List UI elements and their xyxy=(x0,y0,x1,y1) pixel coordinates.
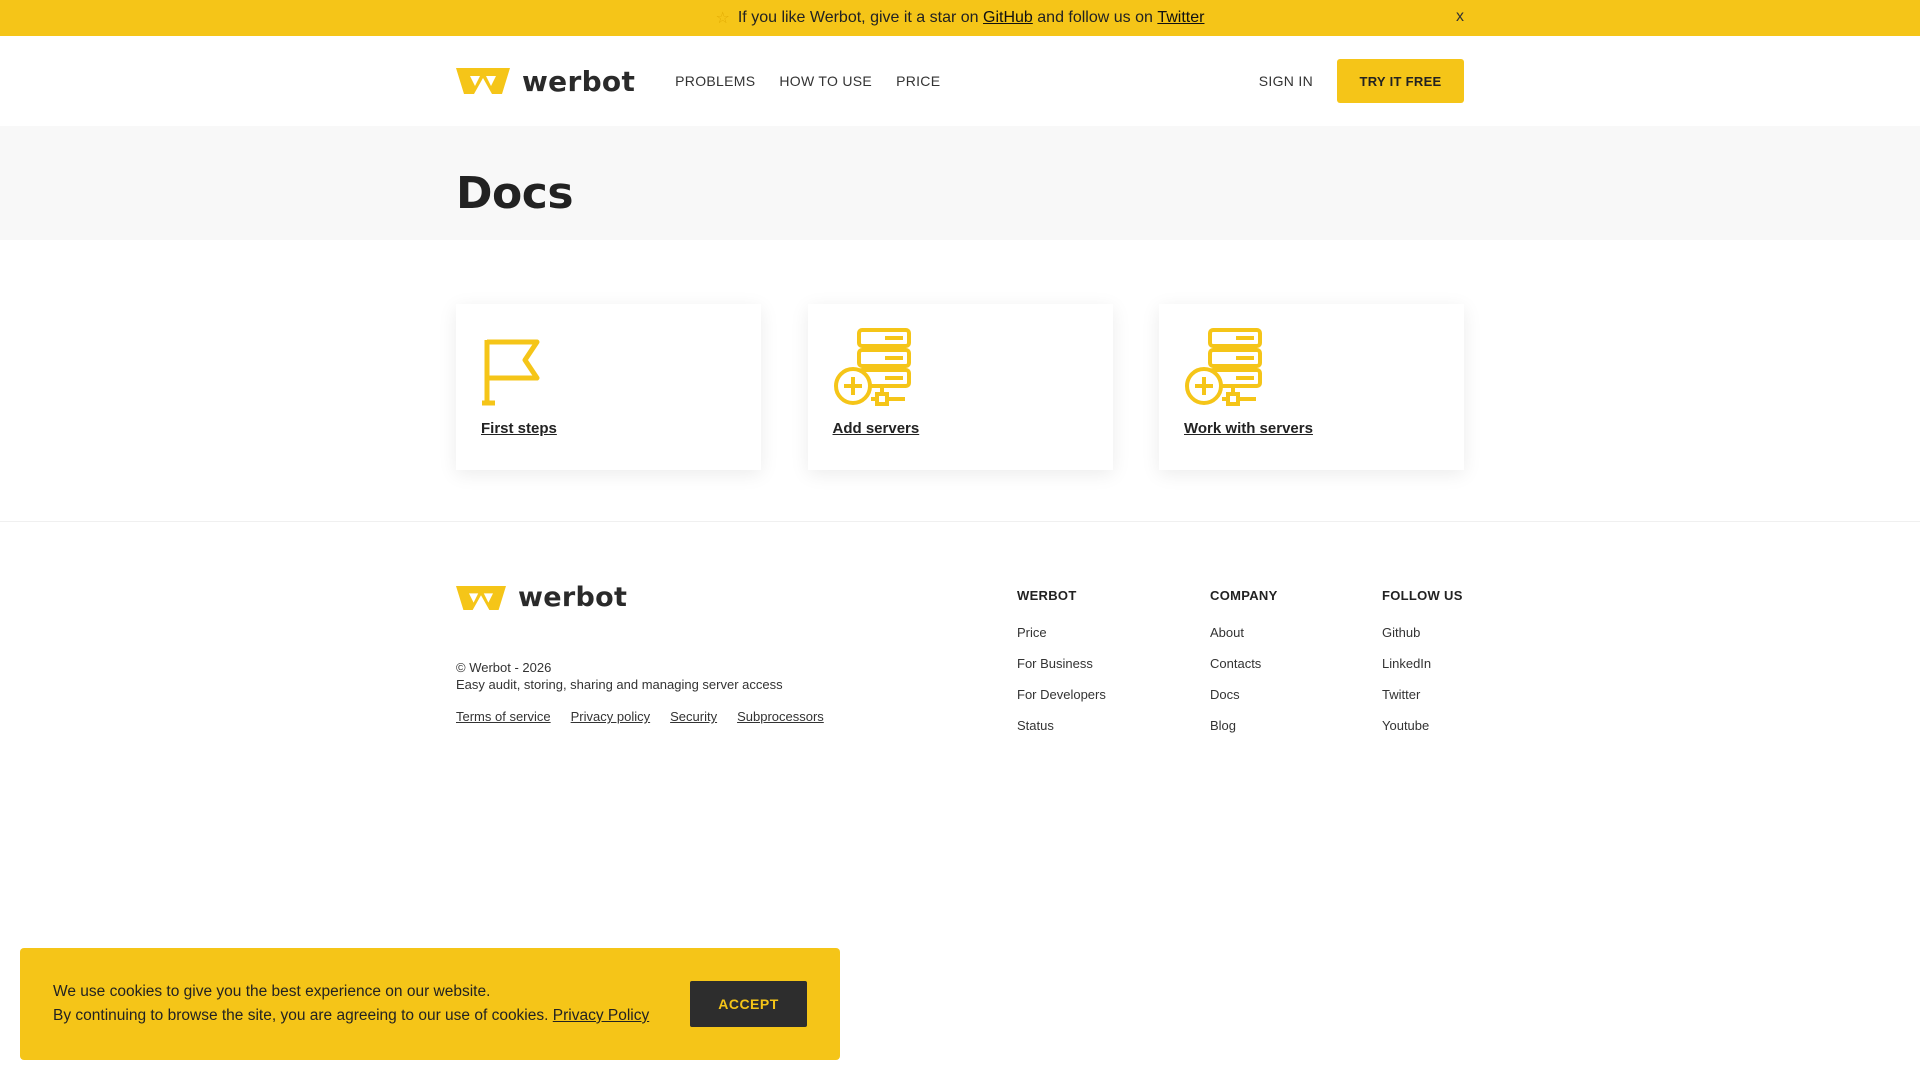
cookie-text: We use cookies to give you the best expe… xyxy=(53,980,649,1028)
try-it-free-button[interactable]: TRY IT FREE xyxy=(1337,59,1464,103)
footer-col-company: COMPANY About Contacts Docs Blog xyxy=(1210,582,1382,749)
accept-cookies-button[interactable]: ACCEPT xyxy=(690,981,807,1027)
github-link[interactable]: GitHub xyxy=(983,9,1033,27)
footer-link-twitter[interactable]: Twitter xyxy=(1382,687,1464,702)
header-actions: SIGN IN TRY IT FREE xyxy=(1259,59,1464,103)
security-link[interactable]: Security xyxy=(670,709,717,724)
subprocessors-link[interactable]: Subprocessors xyxy=(737,709,824,724)
card-work-with-servers-link[interactable]: Work with servers xyxy=(1184,420,1313,437)
cookie-line-1: We use cookies to give you the best expe… xyxy=(53,983,491,1000)
footer-link-for-developers[interactable]: For Developers xyxy=(1017,687,1210,702)
footer-link-blog[interactable]: Blog xyxy=(1210,718,1382,733)
werbot-logo-icon xyxy=(456,585,506,610)
nav-problems[interactable]: PROBLEMS xyxy=(675,73,755,89)
add-server-icon xyxy=(833,328,911,406)
footer-link-price[interactable]: Price xyxy=(1017,625,1210,640)
site-header: werbot PROBLEMS HOW TO USE PRICE SIGN IN… xyxy=(0,36,1920,126)
twitter-link[interactable]: Twitter xyxy=(1157,9,1204,27)
cookie-privacy-policy-link[interactable]: Privacy Policy xyxy=(553,1007,649,1024)
copyright: © Werbot - 2026 Easy audit, storing, sha… xyxy=(456,659,1016,693)
terms-of-service-link[interactable]: Terms of service xyxy=(456,709,551,724)
footer-tagline: Easy audit, storing, sharing and managin… xyxy=(456,677,783,692)
nav-price[interactable]: PRICE xyxy=(896,73,940,89)
werbot-logo-icon xyxy=(456,68,510,94)
star-icon: ☆ xyxy=(715,10,730,27)
card-first-steps[interactable]: First steps xyxy=(456,304,761,470)
footer-col-title: WERBOT xyxy=(1017,588,1077,603)
footer-col-title: FOLLOW US xyxy=(1382,588,1463,603)
card-work-with-servers[interactable]: Work with servers xyxy=(1159,304,1464,470)
card-add-servers[interactable]: Add servers xyxy=(807,304,1113,470)
announcement-text-middle: and follow us on xyxy=(1037,9,1153,26)
footer-link-about[interactable]: About xyxy=(1210,625,1382,640)
page-title: Docs xyxy=(456,168,574,219)
main-nav: PROBLEMS HOW TO USE PRICE xyxy=(675,73,940,89)
cookie-line-2: By continuing to browse the site, you ar… xyxy=(53,1007,549,1024)
docs-cards-section: First steps Add servers Work with server… xyxy=(0,240,1920,522)
footer-link-github[interactable]: Github xyxy=(1382,625,1464,640)
copyright-text: © Werbot - 2026 xyxy=(456,660,552,675)
site-footer: werbot © Werbot - 2026 Easy audit, stori… xyxy=(0,522,1920,749)
sign-in-link[interactable]: SIGN IN xyxy=(1259,73,1313,89)
logo-text: werbot xyxy=(522,64,636,98)
page-title-band: Docs xyxy=(0,126,1920,240)
card-first-steps-link[interactable]: First steps xyxy=(481,420,557,437)
legal-links: Terms of service Privacy policy Security… xyxy=(456,709,1016,724)
announcement-text-before: If you like Werbot, give it a star on xyxy=(737,9,979,26)
privacy-policy-link[interactable]: Privacy policy xyxy=(571,709,650,724)
footer-link-docs[interactable]: Docs xyxy=(1210,687,1382,702)
footer-columns: WERBOT Price For Business For Developers… xyxy=(1017,582,1464,749)
footer-logo[interactable]: werbot xyxy=(456,582,1016,613)
close-announcement-button[interactable]: x xyxy=(1456,8,1464,26)
server-icon xyxy=(1185,328,1262,406)
footer-link-youtube[interactable]: Youtube xyxy=(1382,718,1464,733)
header-logo[interactable]: werbot xyxy=(456,65,635,98)
footer-col-werbot: WERBOT Price For Business For Developers… xyxy=(1017,582,1210,749)
card-add-servers-link[interactable]: Add servers xyxy=(833,420,920,437)
footer-logo-text: werbot xyxy=(518,582,628,613)
footer-link-status[interactable]: Status xyxy=(1017,718,1210,733)
footer-link-for-business[interactable]: For Business xyxy=(1017,656,1210,671)
footer-col-title: COMPANY xyxy=(1210,588,1278,603)
footer-col-follow-us: FOLLOW US Github LinkedIn Twitter Youtub… xyxy=(1382,582,1464,749)
footer-link-linkedin[interactable]: LinkedIn xyxy=(1382,656,1464,671)
footer-link-contacts[interactable]: Contacts xyxy=(1210,656,1382,671)
flag-icon xyxy=(482,339,540,406)
footer-left: werbot © Werbot - 2026 Easy audit, stori… xyxy=(456,582,1016,749)
announcement-bar: ☆ If you like Werbot, give it a star on … xyxy=(0,0,1920,36)
nav-how-to-use[interactable]: HOW TO USE xyxy=(779,73,872,89)
cookie-banner: We use cookies to give you the best expe… xyxy=(20,948,840,1060)
